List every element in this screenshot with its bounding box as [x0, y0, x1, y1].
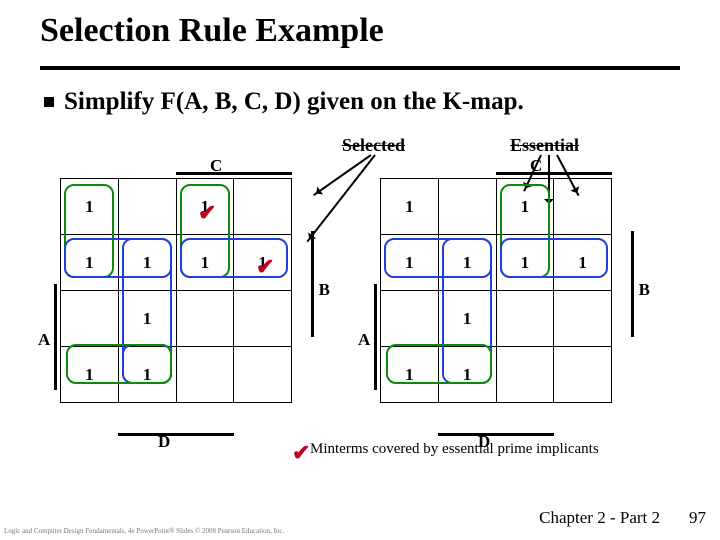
table-row: 1: [381, 291, 612, 347]
bracket-c: [496, 172, 612, 175]
selected-label: Selected: [342, 135, 405, 156]
bullet-text: Simplify F(A, B, C, D) given on the K-ma…: [64, 88, 524, 115]
bracket-b: [311, 231, 314, 337]
implicant: [500, 238, 608, 278]
cell: [234, 347, 292, 403]
cell: [381, 291, 439, 347]
table-row: 1: [61, 291, 292, 347]
bracket-a: [54, 284, 57, 390]
cell: [234, 179, 292, 235]
cell: [554, 291, 612, 347]
cell: [176, 347, 234, 403]
cell: [554, 179, 612, 235]
cell: [496, 347, 554, 403]
title-rule: [40, 66, 680, 70]
cell: [61, 291, 119, 347]
bracket-d: [438, 433, 554, 436]
tick-icon: ✔: [292, 440, 310, 466]
kmap-grid: 11 1111 1 11: [380, 178, 612, 390]
label-b: B: [639, 280, 650, 300]
tick-icon: ✔: [256, 254, 274, 280]
chapter-label: Chapter 2 - Part 2: [539, 508, 660, 528]
kmap-grid: 11 1111 1 11 ✔ ✔: [60, 178, 292, 390]
label-a: A: [358, 330, 370, 350]
essential-label: Essential: [510, 135, 579, 156]
cell: [234, 291, 292, 347]
cell: [496, 291, 554, 347]
caption: Minterms covered by essential prime impl…: [310, 441, 599, 458]
label-b: B: [319, 280, 330, 300]
cell: 1: [381, 179, 439, 235]
slide: Selection Rule Example Simplify F(A, B, …: [0, 0, 720, 540]
page-number: 97: [689, 508, 706, 528]
kmap-right: C A B D 11 1111 1 11: [380, 160, 628, 430]
tick-icon: ✔: [198, 200, 216, 226]
bracket-a: [374, 284, 377, 390]
cell: [438, 179, 496, 235]
implicant: [386, 344, 492, 384]
label-a: A: [38, 330, 50, 350]
bracket-c: [176, 172, 292, 175]
arrow-selected-1: [313, 154, 371, 196]
implicant: [66, 344, 172, 384]
cell: [554, 347, 612, 403]
cell: [176, 291, 234, 347]
copyright: Logic and Computer Design Fundamentals, …: [4, 528, 284, 536]
kmap-left: C A B D 11 1111 1 11 ✔ ✔: [60, 160, 308, 430]
table-row: 11: [381, 179, 612, 235]
bullet: Simplify F(A, B, C, D) given on the K-ma…: [44, 88, 684, 116]
cell: [118, 179, 176, 235]
bracket-d: [118, 433, 234, 436]
bracket-b: [631, 231, 634, 337]
bullet-icon: [44, 97, 54, 107]
page-title: Selection Rule Example: [40, 12, 384, 50]
